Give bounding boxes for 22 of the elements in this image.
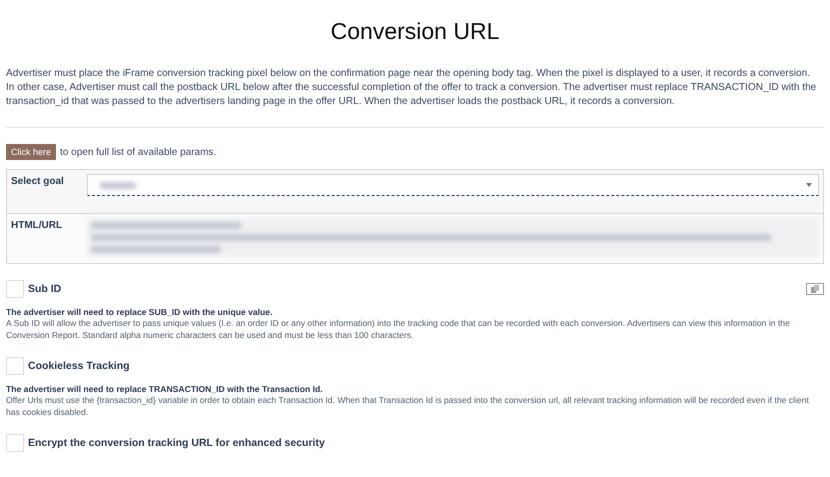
html-url-label: HTML/URL [11,219,64,233]
option-note: The advertiser will need to replace SUB_ID with the unique value. [6,307,274,317]
checkbox[interactable] [6,280,24,298]
option-description: Offer Urls must use the {transaction_id} variable in order to obtain each Transaction Id. When that Transaction Id is passed into the conversion url, all relevant tracking information will be recorded even if the client has cookies disabled. [6,394,810,418]
goal-label: Select goal [11,175,65,189]
option-label: Cookieless Tracking [28,360,130,372]
goal-select[interactable] [87,174,819,196]
checkbox[interactable] [6,357,24,375]
copy-button[interactable] [806,283,824,295]
intro-paragraph: In other case, Advertiser must call the postback URL below after the successful completion of the offer to track a conversion. The advertiser must replace TRANSACTION_ID with the transaction_id that was passed to the advertisers landing page in the offer URL. When the advertiser loads the postback URL, it records a conversion. [6,81,818,109]
intro-paragraph: Advertiser must place the iFrame conversion tracking pixel below on the confirmation page near the opening body tag. When the pixel is displayed to a user, it records a conversion. [6,67,812,81]
caret-icon [806,183,812,187]
page-title: Conversion URL [330,18,500,45]
checkbox[interactable] [6,434,24,452]
option-label: Encrypt the conversion tracking URL for enhanced security [28,437,325,449]
option-description: A Sub ID will allow the advertiser to pass unique values (I.e. an order ID or any other information) into the tracking code that can be recorded with each conversion. Advertisers can view this information in the Conversion Report. Standard alpha numeric characters can be used and must be less than 100 characters. [6,317,791,341]
redacted-value [100,182,136,188]
option-note: The advertiser will need to replace TRANSACTION_ID with the Transaction Id. [6,384,324,394]
copy-icon [811,285,819,293]
click-here-button[interactable]: Click here [6,144,56,160]
params-hint: to open full list of available params. [60,146,216,158]
option-label: Sub ID [28,283,62,295]
